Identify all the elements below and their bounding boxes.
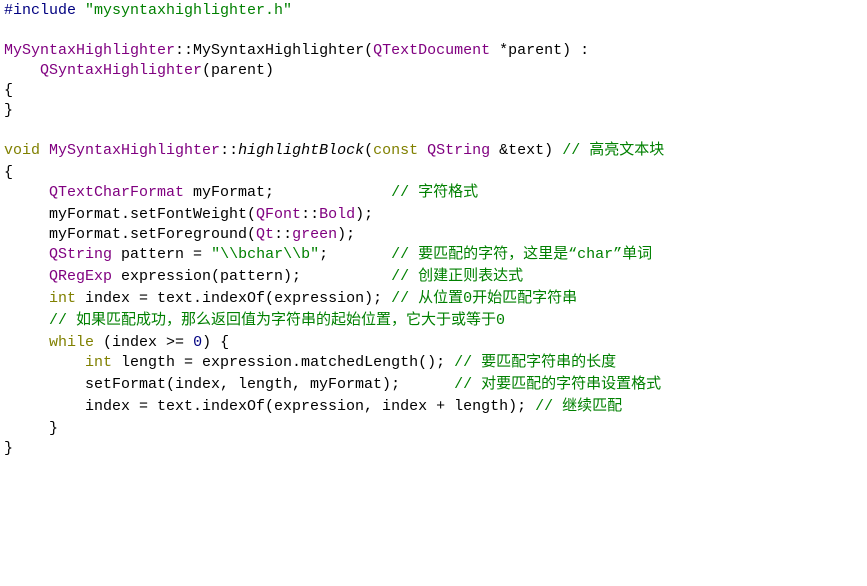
- code-token-default: [4, 184, 49, 201]
- code-token-default: pattern =: [112, 246, 212, 263]
- code-token-default: MySyntaxHighlighter: [193, 42, 365, 59]
- code-token-class: QRegExp: [49, 268, 113, 285]
- code-line: myFormat.setForeground(Qt::green);: [4, 224, 355, 245]
- code-token-default: *parent) :: [490, 42, 590, 59]
- code-line: int length = expression.matchedLength();…: [4, 352, 616, 373]
- code-editor[interactable]: #include "mysyntaxhighlighter.h" MySyntax…: [4, 0, 864, 586]
- code-line: QTextCharFormat myFormat; // 字符格式: [4, 182, 478, 203]
- code-token-string: "mysyntaxhighlighter.h": [85, 2, 293, 19]
- code-token-default: }: [4, 102, 14, 119]
- code-token-default: [40, 142, 49, 159]
- code-line: setFormat(index, length, myFormat); // 对…: [4, 374, 661, 395]
- code-line: int index = text.indexOf(expression); //…: [4, 288, 577, 309]
- code-token-default: (: [364, 42, 374, 59]
- code-line: {: [4, 80, 13, 101]
- code-token-default: index = text.indexOf(expression, index +…: [4, 398, 536, 415]
- code-token-class: QTextCharFormat: [49, 184, 185, 201]
- code-token-class: QFont: [256, 206, 302, 223]
- code-token-default: ;: [319, 246, 392, 263]
- code-token-string: "\\bchar\\b": [211, 246, 320, 263]
- code-token-default: (: [364, 142, 374, 159]
- code-token-default: );: [337, 226, 356, 243]
- code-token-keyword: int: [85, 354, 113, 371]
- code-token-default: [4, 334, 49, 351]
- code-token-default: (index >=: [94, 334, 194, 351]
- code-token-comment: // 要匹配的字符，这里是“char”单词: [391, 246, 653, 263]
- code-token-default: [4, 62, 40, 79]
- code-line: void MySyntaxHighlighter::highlightBlock…: [4, 140, 664, 161]
- code-token-comment: // 高亮文本块: [562, 142, 665, 159]
- code-token-default: myFormat.setForeground(: [4, 226, 257, 243]
- code-line: while (index >= 0) {: [4, 332, 229, 353]
- code-line: index = text.indexOf(expression, index +…: [4, 396, 622, 417]
- code-token-default: {: [4, 82, 14, 99]
- code-token-default: myFormat;: [184, 184, 392, 201]
- code-token-preprocessor: #include: [4, 2, 86, 19]
- code-line: }: [4, 438, 13, 459]
- code-token-default: ) {: [202, 334, 230, 351]
- code-token-default: &text): [490, 142, 563, 159]
- code-token-default: {: [4, 164, 14, 181]
- code-token-comment: // 从位置0开始匹配字符串: [391, 290, 578, 307]
- code-token-function: highlightBlock: [238, 142, 365, 159]
- code-line: #include "mysyntaxhighlighter.h": [4, 0, 292, 21]
- code-token-default: [4, 246, 49, 263]
- code-token-class: Qt: [256, 226, 275, 243]
- code-token-class: QTextDocument: [373, 42, 491, 59]
- code-token-class: green: [292, 226, 338, 243]
- code-token-default: ::: [301, 206, 320, 223]
- code-token-default: );: [355, 206, 374, 223]
- code-token-number: 0: [193, 334, 203, 351]
- code-token-default: ::: [274, 226, 293, 243]
- code-token-default: ::: [220, 142, 239, 159]
- code-token-default: setFormat(index, length, myFormat);: [4, 376, 455, 393]
- code-token-default: [4, 312, 49, 329]
- code-token-class: QSyntaxHighlighter: [40, 62, 203, 79]
- code-line: MySyntaxHighlighter::MySyntaxHighlighter…: [4, 40, 589, 61]
- code-token-default: ::: [175, 42, 194, 59]
- code-line: myFormat.setFontWeight(QFont::Bold);: [4, 204, 373, 225]
- code-token-class: MySyntaxHighlighter: [49, 142, 221, 159]
- code-token-comment: // 字符格式: [391, 184, 479, 201]
- code-line: QString pattern = "\\bchar\\b"; // 要匹配的字…: [4, 244, 652, 265]
- code-token-comment: // 继续匹配: [535, 398, 623, 415]
- code-line: }: [4, 100, 13, 121]
- code-token-class: QString: [49, 246, 113, 263]
- code-line: // 如果匹配成功，那么返回值为字符串的起始位置，它大于或等于0: [4, 310, 505, 331]
- code-token-default: [4, 268, 49, 285]
- code-line: {: [4, 162, 13, 183]
- code-line: QSyntaxHighlighter(parent): [4, 60, 274, 81]
- code-token-keyword: void: [4, 142, 41, 159]
- code-token-comment: // 如果匹配成功，那么返回值为字符串的起始位置，它大于或等于0: [49, 312, 506, 329]
- code-token-default: expression(pattern);: [112, 268, 392, 285]
- code-token-default: [418, 142, 427, 159]
- code-token-default: [4, 354, 85, 371]
- code-token-default: index = text.indexOf(expression);: [76, 290, 392, 307]
- code-token-keyword: while: [49, 334, 95, 351]
- code-token-default: (parent): [202, 62, 275, 79]
- code-token-comment: // 创建正则表达式: [391, 268, 524, 285]
- code-token-keyword: int: [49, 290, 77, 307]
- code-token-default: length = expression.matchedLength();: [112, 354, 455, 371]
- code-token-default: }: [4, 420, 59, 437]
- code-token-class: Bold: [319, 206, 356, 223]
- code-token-default: myFormat.setFontWeight(: [4, 206, 257, 223]
- code-line: }: [4, 418, 58, 439]
- code-line: QRegExp expression(pattern); // 创建正则表达式: [4, 266, 523, 287]
- code-token-keyword: const: [373, 142, 419, 159]
- code-token-default: }: [4, 440, 14, 457]
- code-token-default: [4, 290, 49, 307]
- code-token-comment: // 对要匹配的字符串设置格式: [454, 376, 662, 393]
- code-token-class: QString: [427, 142, 491, 159]
- code-token-class: MySyntaxHighlighter: [4, 42, 176, 59]
- code-token-comment: // 要匹配字符串的长度: [454, 354, 617, 371]
